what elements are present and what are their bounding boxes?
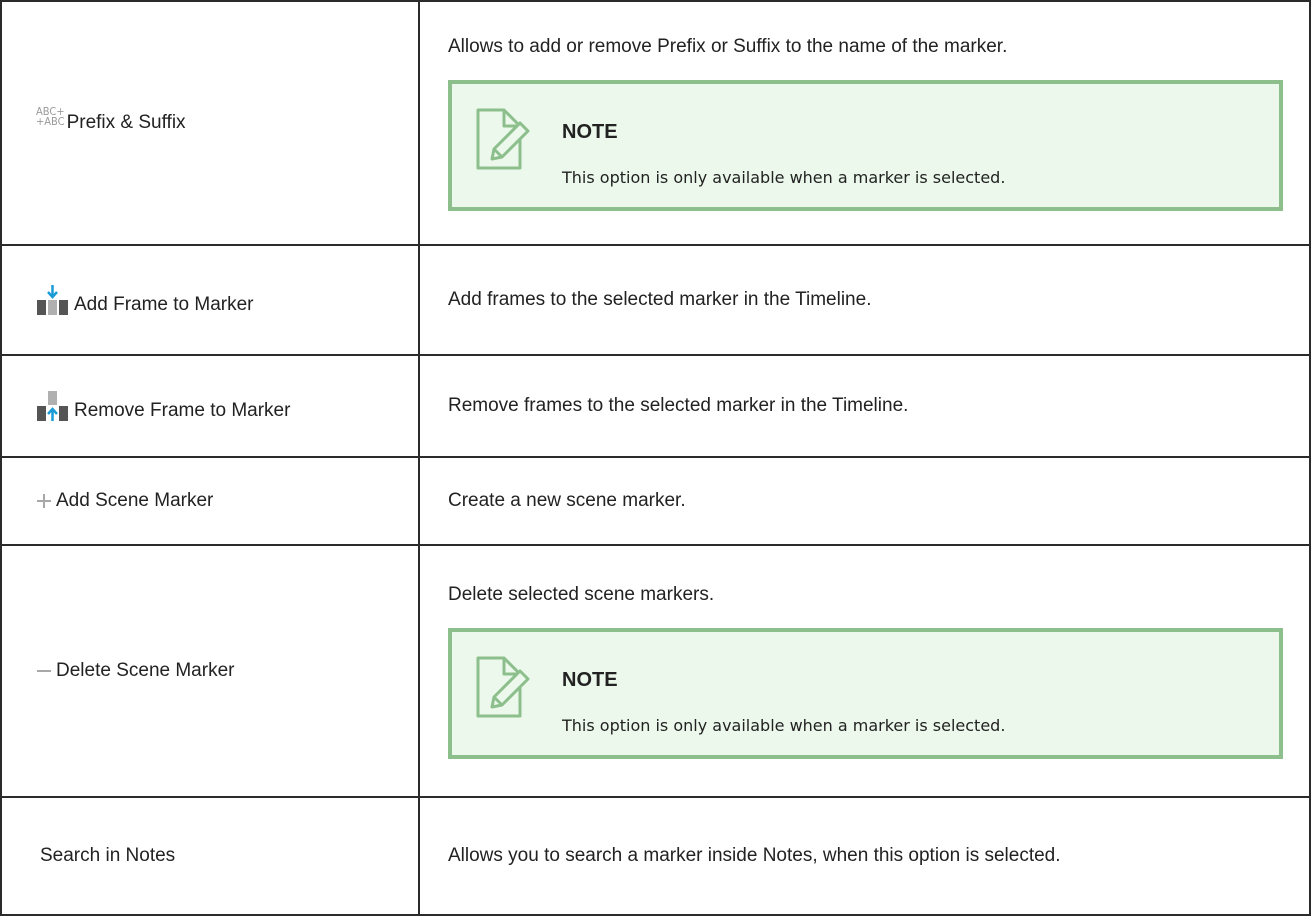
note-title: NOTE: [562, 120, 618, 143]
option-description: Add frames to the selected marker in the…: [448, 288, 872, 310]
note-pencil-icon: [476, 656, 530, 718]
option-description-cell: Allows to add or remove Prefix or Suffix…: [418, 0, 1311, 246]
table-row: Add Scene Marker Create a new scene mark…: [0, 456, 1311, 546]
note-body: This option is only available when a mar…: [562, 167, 1006, 187]
add-frame-icon: [37, 285, 68, 315]
table-row: Search in Notes Allows you to search a m…: [0, 796, 1311, 916]
option-description: Allows you to search a marker inside Not…: [448, 844, 1061, 866]
option-name: Remove Frame to Marker: [74, 400, 291, 421]
note-pencil-icon: [476, 108, 530, 170]
option-name-cell: Add Scene Marker: [0, 456, 420, 546]
note-box: NOTE This option is only available when …: [448, 79, 1283, 211]
note-box: NOTE This option is only available when …: [448, 627, 1283, 759]
option-name-cell: Delete Scene Marker: [0, 544, 420, 798]
option-description-cell: Remove frames to the selected marker in …: [418, 354, 1311, 458]
option-description: Delete selected scene markers.: [448, 584, 715, 606]
table-row: ABC+ +ABC Prefix & Suffix Allows to add …: [0, 0, 1311, 246]
option-description-cell: Delete selected scene markers. NOTE This…: [418, 544, 1311, 798]
option-name: Prefix & Suffix: [66, 112, 186, 133]
table-row: Delete Scene Marker Delete selected scen…: [0, 544, 1311, 798]
table-row: Add Frame to Marker Add frames to the se…: [0, 244, 1311, 356]
option-name-cell: Remove Frame to Marker: [0, 354, 420, 458]
option-name-cell: Add Frame to Marker: [0, 244, 420, 356]
option-description-cell: Create a new scene marker.: [418, 456, 1311, 546]
prefix-suffix-icon: ABC+ +ABC: [36, 105, 65, 128]
remove-frame-icon: [37, 391, 68, 422]
minus-icon: [37, 670, 51, 672]
note-body: This option is only available when a mar…: [562, 715, 1006, 735]
option-description-cell: Add frames to the selected marker in the…: [418, 244, 1311, 356]
plus-icon: [37, 494, 51, 508]
option-name: Search in Notes: [40, 845, 176, 866]
option-name: Add Frame to Marker: [74, 294, 254, 315]
option-name: Add Scene Marker: [56, 490, 214, 511]
options-table: ABC+ +ABC Prefix & Suffix Allows to add …: [0, 0, 1311, 916]
table-row: Remove Frame to Marker Remove frames to …: [0, 354, 1311, 458]
note-title: NOTE: [562, 668, 618, 691]
option-description-cell: Allows you to search a marker inside Not…: [418, 796, 1311, 916]
option-name: Delete Scene Marker: [56, 660, 235, 681]
option-name-cell: ABC+ +ABC Prefix & Suffix: [0, 0, 420, 246]
option-description: Remove frames to the selected marker in …: [448, 394, 909, 416]
option-description: Create a new scene marker.: [448, 489, 686, 511]
option-description: Allows to add or remove Prefix or Suffix…: [448, 36, 1008, 58]
option-name-cell: Search in Notes: [0, 796, 420, 916]
